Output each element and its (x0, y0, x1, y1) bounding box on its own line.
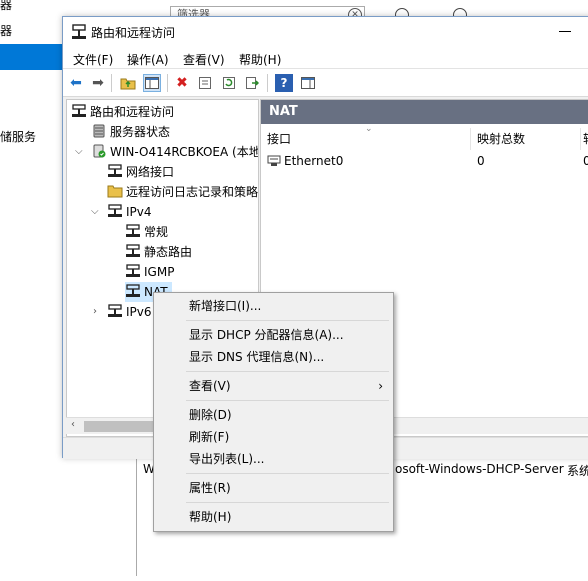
tree-node-label: 远程访问日志记录和策略 (126, 185, 259, 199)
background-sidebar-item[interactable]: 器 (0, 0, 12, 13)
menu-item-properties[interactable]: 属性(R) (154, 477, 393, 499)
export-list-icon[interactable] (243, 74, 261, 92)
menu-item-help[interactable]: 帮助(H) (154, 506, 393, 528)
menu-item-show-dns-proxy[interactable]: 显示 DNS 代理信息(N)... (154, 346, 393, 368)
tree-node-label: 静态路由 (144, 245, 193, 259)
tree-node-remote-logging[interactable]: 远程访问日志记录和策略 (107, 182, 258, 202)
tree-node-label: IPv4 (126, 205, 152, 219)
menu-separator (186, 320, 389, 321)
help-icon[interactable]: ? (275, 74, 293, 92)
menu-item-show-dhcp-allocator[interactable]: 显示 DHCP 分配器信息(A)... (154, 324, 393, 346)
menu-file[interactable]: 文件(F) (73, 51, 113, 68)
minimize-button[interactable] (559, 31, 571, 32)
tree-node-label: 网络接口 (126, 165, 175, 179)
column-label: 转 (583, 132, 588, 146)
menu-bar: 文件(F) 操作(A) 查看(V) 帮助(H) (63, 47, 588, 69)
server-node-icon (91, 144, 107, 158)
menu-item-refresh[interactable]: 刷新(F) (154, 426, 393, 448)
general-icon (125, 224, 141, 238)
properties-icon[interactable] (196, 74, 214, 92)
server-status-icon (91, 124, 107, 138)
background-sidebar-item[interactable]: 储服务 (0, 128, 36, 145)
menu-separator (186, 400, 389, 401)
tree-node-root[interactable]: 路由和远程访问 (71, 102, 174, 122)
table-row[interactable]: Ethernet0 (267, 152, 343, 170)
action-pane-icon[interactable] (299, 74, 317, 92)
background-sidebar: 器 器 储服务 (0, 0, 62, 581)
folder-icon (107, 184, 123, 198)
tree-node-ipv6[interactable]: IPv6 (107, 302, 152, 322)
sort-chevron-icon: ⌄ (365, 124, 373, 134)
tree-node-label: WIN-O414RCBKOEA (本地) (110, 145, 259, 159)
scroll-left-icon[interactable]: ‹ (71, 419, 75, 430)
menu-item-new-interface[interactable]: 新增接口(I)... (154, 295, 393, 317)
rras-app-icon (71, 24, 87, 40)
up-folder-icon[interactable] (119, 74, 137, 92)
back-arrow-icon[interactable]: ⬅ (67, 74, 85, 92)
menu-item-view[interactable]: 查看(V) › (154, 375, 393, 397)
forward-arrow-icon[interactable]: ➡ (89, 74, 107, 92)
menu-help[interactable]: 帮助(H) (239, 51, 281, 68)
tree-node-server-status[interactable]: 服务器状态 (91, 122, 170, 142)
ipv4-icon (107, 204, 123, 218)
cell-mappings: 0 (477, 154, 485, 168)
details-header: NAT (261, 100, 588, 124)
nat-icon (125, 284, 141, 298)
context-menu: 新增接口(I)... 显示 DHCP 分配器信息(A)... 显示 DNS 代理… (153, 292, 394, 532)
refresh-icon[interactable] (220, 74, 238, 92)
tree-node-label: IPv6 (126, 305, 152, 319)
event-source-cell: osoft-Windows-DHCP-Server (395, 462, 564, 476)
expand-arrow-icon[interactable]: › (93, 306, 97, 317)
submenu-arrow-icon: › (378, 379, 383, 393)
event-type-cell: 系统 (567, 464, 588, 478)
ethernet-icon (267, 155, 281, 167)
column-label: 映射总数 (477, 132, 526, 146)
menu-item-delete[interactable]: 删除(D) (154, 404, 393, 426)
toolbar: ⬅ ➡ ✖ ? (63, 69, 588, 97)
cell-interface: Ethernet0 (284, 154, 344, 168)
column-header-mappings[interactable]: 映射总数 (477, 128, 581, 150)
tree-node-network-interfaces[interactable]: 网络接口 (107, 162, 174, 182)
collapse-arrow-icon[interactable]: ⌵ (75, 146, 83, 157)
tree-node-label: 路由和远程访问 (90, 105, 175, 119)
column-label: 接口 (267, 132, 292, 146)
rras-node-icon (71, 104, 87, 118)
ipv6-icon (107, 304, 123, 318)
tree-node-label: IGMP (144, 265, 175, 279)
tree-node-server[interactable]: WIN-O414RCBKOEA (本地) (91, 142, 259, 162)
tree-node-igmp[interactable]: IGMP (125, 262, 174, 282)
tree-node-label: 服务器状态 (110, 125, 171, 139)
menu-separator (186, 371, 389, 372)
cell-other: 0 (583, 154, 588, 168)
background-sidebar-selected-item[interactable] (0, 44, 62, 70)
tree-node-general[interactable]: 常规 (125, 222, 168, 242)
network-interfaces-icon (107, 164, 123, 178)
menu-separator (186, 473, 389, 474)
menu-item-export-list[interactable]: 导出列表(L)... (154, 448, 393, 470)
menu-view[interactable]: 查看(V) (183, 51, 225, 68)
show-hide-console-tree-icon[interactable] (143, 74, 161, 92)
menu-item-label: 查看(V) (189, 379, 231, 393)
tree-node-static-routes[interactable]: 静态路由 (125, 242, 192, 262)
static-routes-icon (125, 244, 141, 258)
menu-separator (186, 502, 389, 503)
tree-node-label: 常规 (144, 225, 169, 239)
delete-icon[interactable]: ✖ (173, 74, 191, 92)
background-sidebar-item[interactable]: 器 (0, 22, 12, 39)
menu-action[interactable]: 操作(A) (127, 51, 169, 68)
tree-node-ipv4[interactable]: IPv4 (107, 202, 152, 222)
window-title: 路由和远程访问 (91, 26, 176, 40)
igmp-icon (125, 264, 141, 278)
title-bar[interactable]: 路由和远程访问 (63, 17, 588, 47)
collapse-arrow-icon[interactable]: ⌵ (91, 206, 99, 217)
column-header-other[interactable]: 转 (583, 128, 588, 150)
